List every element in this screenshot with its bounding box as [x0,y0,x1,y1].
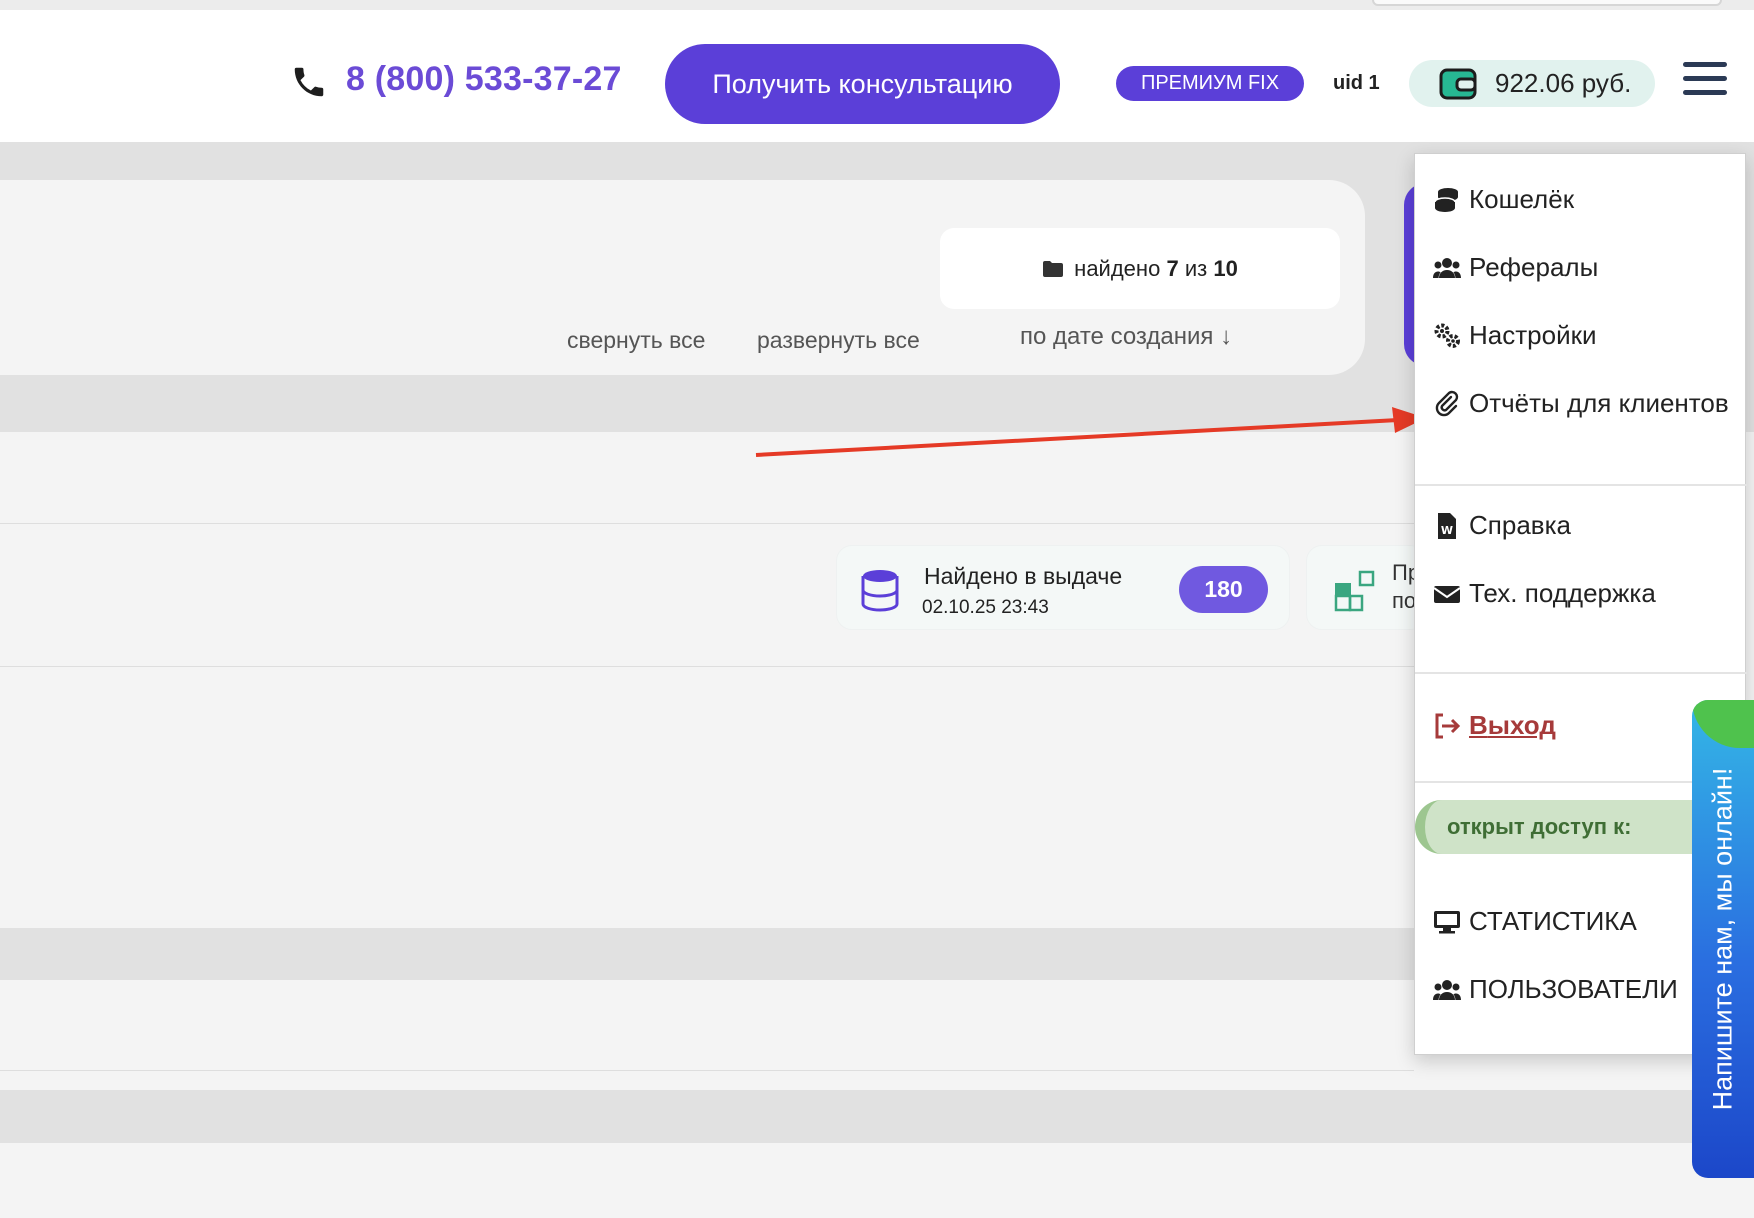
menu-separator [1415,484,1747,486]
sign-out-icon [1435,713,1461,738]
found-total: 10 [1213,255,1238,281]
grey-band [0,1090,1754,1143]
monitor-icon [1434,910,1460,933]
result-count-badge[interactable]: 180 [1179,566,1268,613]
menu-item-users[interactable]: ПОЛЬЗОВАТЕЛИ [1433,974,1678,1005]
phone-icon [294,67,324,97]
coins-icon [1434,187,1458,212]
menu-item-label: Тех. поддержка [1469,578,1656,608]
chat-tab-label: Напишите нам, мы онлайн! [1707,767,1738,1111]
annotation-arrow [755,407,1426,457]
menu-item-label: Кошелёк [1469,184,1575,214]
paperclip-icon [1435,390,1459,416]
users-icon [1433,257,1461,278]
menu-item-label: Справка [1469,510,1571,540]
second-card-line2: по [1392,588,1417,613]
database-icon [861,570,899,612]
menu-separator [1415,672,1747,674]
consultation-button[interactable]: Получить консультацию [665,44,1060,124]
gears-icon [1434,323,1460,348]
folder-icon [1043,260,1064,277]
found-prefix: найдено [1074,255,1161,281]
divider [0,666,1414,667]
menu-item-label: СТАТИСТИКА [1469,906,1637,936]
blocks-icon [1334,570,1375,612]
menu-item-label: Отчёты для клиентов [1469,388,1729,418]
expand-all-link[interactable]: развернуть все [757,327,920,354]
menu-item-statistics[interactable]: СТАТИСТИКА [1433,906,1637,937]
logout-label-first: В [1469,710,1488,740]
balance-amount: 922.06 руб. [1495,68,1632,98]
svg-text:W: W [1441,524,1453,537]
menu-item-wallet[interactable]: Кошелёк [1433,184,1574,215]
plan-badge[interactable]: ПРЕМИУМ FIX [1116,66,1304,101]
online-chat-tab[interactable]: Напишите нам, мы онлайн! [1692,700,1754,1178]
balance-button[interactable]: 922.06 руб. [1409,60,1655,107]
menu-item-label: Рефералы [1469,252,1599,282]
menu-item-logout[interactable]: Выход [1433,710,1556,741]
logout-label-rest: ыход [1487,710,1556,740]
menu-item-label: ПОЛЬЗОВАТЕЛИ [1469,974,1678,1004]
menu-item-client-reports[interactable]: Отчёты для клиентов [1433,388,1729,419]
sort-selector[interactable]: по дате создания ↓ [1020,323,1232,351]
result-card-date: 02.10.25 23:43 [922,597,1049,618]
menu-item-label: Настройки [1469,320,1597,350]
result-card-title: Найдено в выдаче [924,563,1123,589]
found-counter: найдено 7 из 10 [940,228,1340,309]
top-tab [1372,0,1722,6]
chat-tab-accent [1692,700,1754,748]
wallet-icon [1439,68,1477,99]
found-count: 7 [1166,255,1179,281]
users-icon [1433,979,1461,1000]
collapse-all-link[interactable]: свернуть все [567,327,705,354]
menu-toggle-icon[interactable] [1683,62,1727,100]
access-label: открыт доступ к: [1415,800,1715,854]
phone-number[interactable]: 8 (800) 533-37-27 [346,60,622,99]
user-id: uid 1 [1333,72,1380,94]
menu-item-support[interactable]: Тех. поддержка [1433,578,1656,609]
menu-item-help[interactable]: W Справка [1433,510,1571,541]
menu-item-referrals[interactable]: Рефералы [1433,252,1598,283]
envelope-icon [1433,585,1461,603]
found-of: из [1184,255,1208,281]
menu-item-settings[interactable]: Настройки [1433,320,1597,351]
word-file-icon: W [1438,512,1456,539]
divider [0,1070,1414,1071]
divider [0,523,1414,524]
